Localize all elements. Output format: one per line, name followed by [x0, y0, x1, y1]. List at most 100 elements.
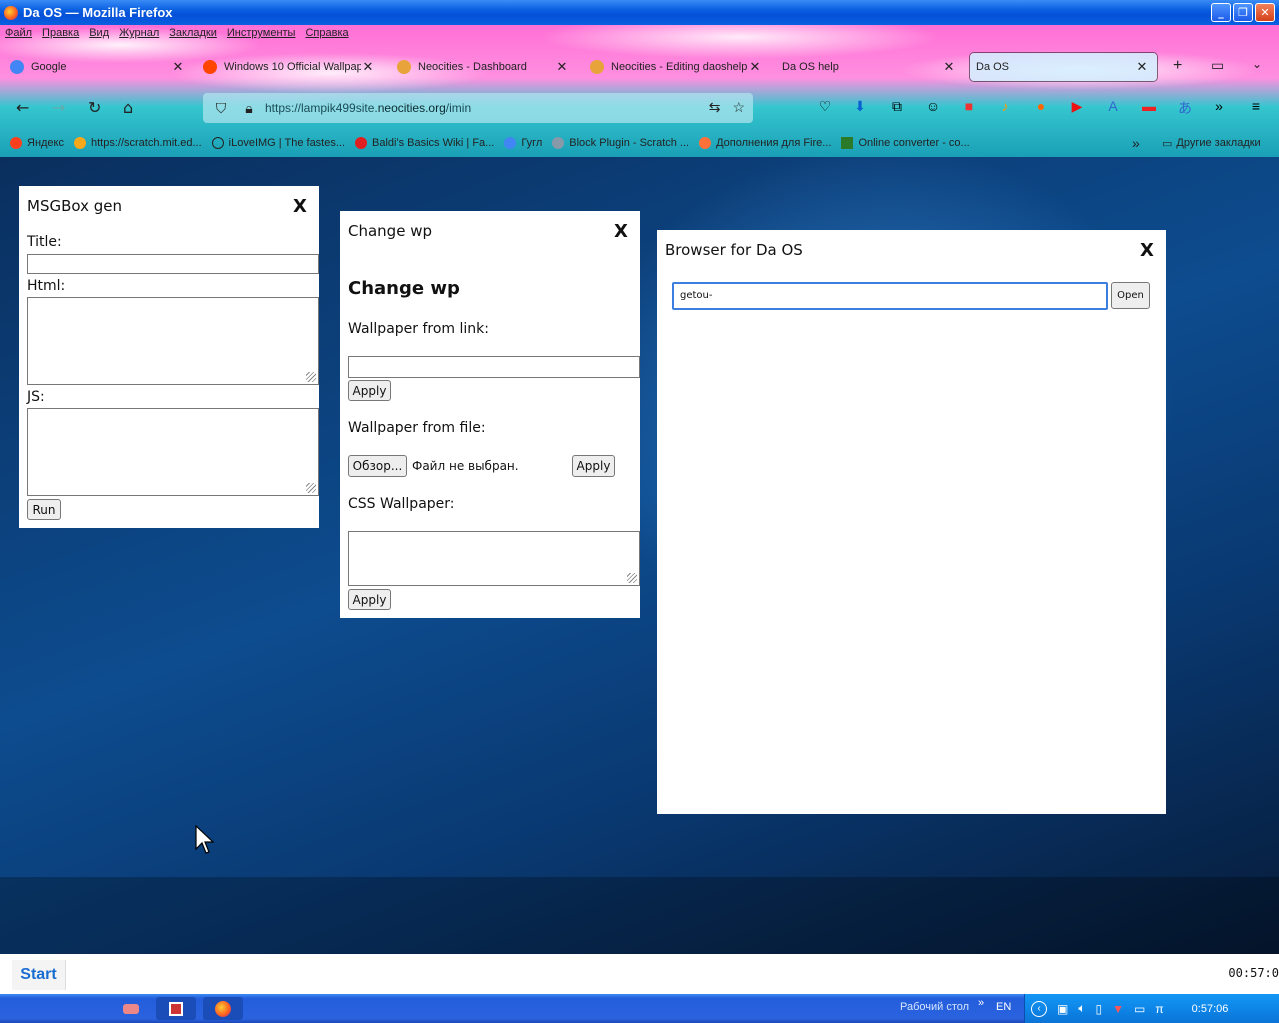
bookmark-star-icon[interactable]: ☆	[732, 99, 745, 116]
bookmark-online-converter[interactable]: Online converter - co...	[841, 137, 970, 149]
url-text[interactable]: https://lampik499site.neocities.org/imin	[265, 101, 471, 115]
eraser-app-icon[interactable]	[116, 997, 146, 1020]
camera-extension-icon[interactable]: ■	[960, 98, 978, 116]
browser-window: Browser for Da OS X getou- Open	[657, 230, 1166, 814]
address-bar[interactable]: ⛉ 🔒︎ https://lampik499site.neocities.org…	[203, 93, 753, 123]
network-icon[interactable]: ▣	[1057, 1002, 1068, 1016]
changewp-close-button[interactable]: X	[614, 221, 628, 242]
menu-edit[interactable]: Правка	[37, 25, 84, 43]
windows-taskbar: Рабочий стол » EN ‹ ▣ 🔈︎ ▯ ▼ ▭ π 0:57:06	[0, 994, 1279, 1023]
hamburger-menu-icon[interactable]: ≡	[1247, 98, 1265, 116]
google-icon	[504, 137, 517, 149]
tab-close-icon[interactable]: ✕	[1135, 59, 1149, 75]
more-tools-icon[interactable]: »	[1210, 98, 1228, 116]
converter-icon	[841, 137, 854, 149]
bookmark-scratch[interactable]: https://scratch.mit.ed...	[74, 137, 202, 149]
pocket-icon[interactable]: ♡	[816, 98, 834, 116]
msgbox-html-textarea[interactable]	[27, 297, 319, 385]
apply-file-button[interactable]: Apply	[572, 455, 615, 477]
addon-extension-icon[interactable]: ●	[1032, 98, 1050, 116]
translate-icon[interactable]: ⇆	[709, 99, 721, 116]
bookmark-block-plugin[interactable]: Block Plugin - Scratch ...	[552, 137, 689, 149]
reload-icon[interactable]: ↻	[88, 98, 101, 117]
css-wallpaper-textarea[interactable]	[348, 531, 640, 586]
display-icon[interactable]: ▭	[1134, 1002, 1145, 1016]
tab-windows-wallpaper[interactable]: Windows 10 Official Wallpaper ✕	[203, 53, 375, 81]
home-icon[interactable]: ⌂	[123, 98, 133, 117]
window-title-bar[interactable]: Da OS — Mozilla Firefox _ ❐ ✕	[0, 0, 1279, 25]
bookmark-google[interactable]: Гугл	[504, 137, 542, 149]
shield-icon[interactable]: ⛉	[211, 100, 231, 117]
desktop-toolbar-label[interactable]: Рабочий стол	[900, 1001, 969, 1013]
tab-close-icon[interactable]: ✕	[361, 59, 375, 75]
browser-url-input[interactable]: getou-	[672, 282, 1108, 310]
menu-bookmarks[interactable]: Закладки	[164, 25, 222, 43]
volume-icon[interactable]: 🔈︎	[1078, 1001, 1085, 1016]
apply-css-button[interactable]: Apply	[348, 589, 391, 610]
menu-bar: Файл Правка Вид Журнал Закладки Инструме…	[0, 25, 354, 43]
language-indicator[interactable]: EN	[996, 1001, 1011, 1013]
save-app-icon[interactable]	[156, 997, 196, 1020]
bookmark-baldis-wiki[interactable]: Baldi's Basics Wiki | Fa...	[355, 137, 494, 149]
close-window-button[interactable]: ✕	[1255, 3, 1275, 22]
system-tray: ‹ ▣ 🔈︎ ▯ ▼ ▭ π 0:57:06	[1024, 994, 1279, 1023]
folder-icon: ▭	[1162, 137, 1173, 150]
scratch-icon	[74, 137, 86, 149]
bookmark-iloveimg[interactable]: iLoveIMG | The fastes...	[211, 137, 345, 149]
download-icon[interactable]: ⬇	[851, 98, 869, 116]
open-button[interactable]: Open	[1111, 282, 1150, 309]
dictionary-extension-icon[interactable]: あ	[1176, 98, 1194, 116]
tab-close-icon[interactable]: ✕	[555, 59, 569, 75]
minimize-button[interactable]: _	[1211, 3, 1231, 22]
tab-neocities-dashboard[interactable]: Neocities - Dashboard ✕	[397, 53, 569, 81]
neocities-cat-icon	[397, 60, 411, 74]
menu-file[interactable]: Файл	[0, 25, 37, 43]
maximize-button[interactable]: ❐	[1233, 3, 1253, 22]
video-extension-icon[interactable]: ▬	[1140, 98, 1158, 116]
run-button[interactable]: Run	[27, 499, 61, 520]
scratch-extension-icon[interactable]: ♪	[996, 98, 1014, 116]
menu-tools[interactable]: Инструменты	[222, 25, 301, 43]
apply-link-button[interactable]: Apply	[348, 380, 391, 401]
browser-close-button[interactable]: X	[1140, 240, 1154, 261]
other-bookmarks-folder[interactable]: ▭ Другие закладки	[1162, 137, 1261, 150]
translate-extension-icon[interactable]: A	[1104, 98, 1122, 116]
bookmark-yandex[interactable]: Яндекс	[10, 137, 64, 149]
msgbox-close-button[interactable]: X	[293, 196, 307, 217]
wallpaper-link-input[interactable]	[348, 356, 640, 378]
back-icon[interactable]: ←	[16, 98, 29, 117]
msgbox-js-textarea[interactable]	[27, 408, 319, 496]
forward-icon[interactable]: →	[52, 98, 65, 117]
menu-view[interactable]: Вид	[84, 25, 114, 43]
safely-remove-icon[interactable]: ▼	[1112, 1002, 1124, 1016]
tab-close-icon[interactable]: ✕	[171, 59, 185, 75]
new-tab-button[interactable]: +	[1173, 57, 1182, 75]
tab-neocities-editing[interactable]: Neocities - Editing daoshelp ✕	[590, 53, 762, 81]
bookmarks-overflow-icon[interactable]: »	[1132, 135, 1140, 151]
tab-close-icon[interactable]: ✕	[942, 59, 956, 75]
toolbar-expand-icon[interactable]: »	[978, 997, 984, 1009]
extensions-icon[interactable]: ⧉	[888, 98, 906, 116]
menu-help[interactable]: Справка	[300, 25, 353, 43]
yandex-icon	[10, 137, 22, 149]
da-os-clock: 00:57:0	[1228, 966, 1279, 980]
lock-icon[interactable]: 🔒︎	[239, 100, 259, 117]
youtube-extension-icon[interactable]: ▶	[1068, 98, 1086, 116]
menu-history[interactable]: Журнал	[114, 25, 164, 43]
bookmark-firefox-addons[interactable]: Дополнения для Fire...	[699, 137, 831, 149]
msgbox-title-input[interactable]	[27, 254, 319, 274]
start-button[interactable]: Start	[12, 960, 66, 990]
emoji-extension-icon[interactable]: ☺	[924, 98, 942, 116]
tab-google[interactable]: Google ✕	[10, 53, 185, 81]
firefox-taskbar-button[interactable]	[203, 997, 243, 1020]
tab-list-chevron-icon[interactable]: ⌄	[1252, 57, 1262, 71]
browse-file-button[interactable]: Обзор...	[348, 455, 407, 477]
sidebar-toggle-icon[interactable]: ▭	[1211, 57, 1224, 74]
tab-da-os-help[interactable]: Da OS help ✕	[782, 53, 956, 81]
tab-da-os[interactable]: Da OS ✕	[970, 53, 1157, 81]
recycle-icon[interactable]: ▯	[1096, 1002, 1103, 1016]
input-method-icon[interactable]: π	[1155, 1002, 1163, 1016]
tray-expand-icon[interactable]: ‹	[1031, 1000, 1047, 1017]
browser-chrome: Файл Правка Вид Журнал Закладки Инструме…	[0, 25, 1279, 157]
tab-close-icon[interactable]: ✕	[748, 59, 762, 75]
